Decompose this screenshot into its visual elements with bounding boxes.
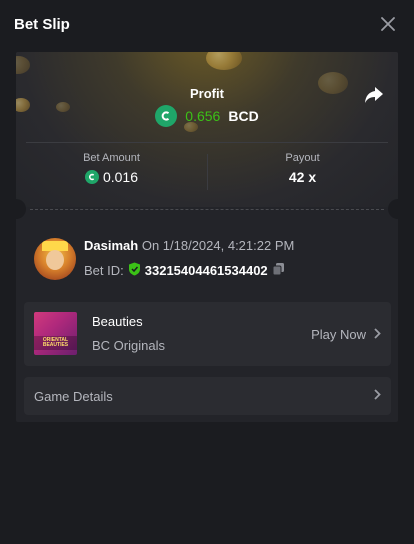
verified-shield-icon	[128, 262, 141, 279]
profit-amount: 0.656 BCD	[16, 105, 398, 127]
bet-amount-row: 0.016	[16, 169, 207, 185]
divider	[26, 142, 388, 143]
copy-icon[interactable]	[272, 262, 285, 279]
bet-amount-block: Bet Amount 0.016	[16, 152, 207, 185]
share-icon[interactable]	[364, 86, 386, 106]
game-card[interactable]: ORIENTAL BEAUTIES Beauties BC Originals …	[24, 302, 391, 366]
ticket-notch-right	[388, 199, 398, 219]
payout-block: Payout 42 x	[207, 152, 398, 185]
game-details-label: Game Details	[34, 388, 113, 404]
bet-amount-label: Bet Amount	[83, 152, 140, 164]
chevron-right-icon	[374, 327, 381, 342]
profit-label: Profit	[190, 86, 224, 101]
bc-coin-icon	[84, 170, 99, 184]
user-line: Dasimah On 1/18/2024, 4:21:22 PM	[84, 238, 294, 253]
game-details-row[interactable]: Game Details	[24, 377, 391, 415]
profit-value: 0.656	[185, 108, 221, 124]
dashed-separator	[30, 209, 384, 210]
game-provider: BC Originals	[92, 338, 165, 353]
play-now-button[interactable]: Play Now	[311, 327, 381, 342]
chevron-right-icon	[374, 387, 381, 405]
bet-amount-value: 0.016	[102, 169, 139, 185]
bet-id-label: Bet ID:	[84, 263, 124, 278]
play-now-label: Play Now	[311, 327, 366, 342]
bet-slip-card: Profit 0.656 BCD Bet Amount 0.016 Payout…	[16, 52, 398, 422]
modal-header: Bet Slip	[0, 0, 414, 48]
payout-label: Payout	[285, 152, 320, 164]
user-name[interactable]: Dasimah	[84, 238, 138, 253]
bet-id-line: Bet ID: 33215404461534402	[84, 262, 285, 279]
payout-value: 42 x	[288, 169, 317, 185]
game-name: Beauties	[92, 314, 143, 329]
profit-panel: Profit 0.656 BCD Bet Amount 0.016 Payout…	[16, 52, 398, 207]
bet-date: On 1/18/2024, 4:21:22 PM	[141, 238, 295, 253]
game-thumbnail[interactable]: ORIENTAL BEAUTIES	[34, 312, 77, 355]
profit-currency: BCD	[228, 108, 259, 124]
bet-id-value: 33215404461534402	[144, 263, 268, 278]
game-thumbnail-text: ORIENTAL BEAUTIES	[42, 337, 69, 348]
avatar[interactable]	[34, 238, 76, 280]
close-icon[interactable]	[378, 14, 398, 34]
modal-title: Bet Slip	[14, 15, 70, 33]
bc-coin-icon	[155, 105, 178, 127]
